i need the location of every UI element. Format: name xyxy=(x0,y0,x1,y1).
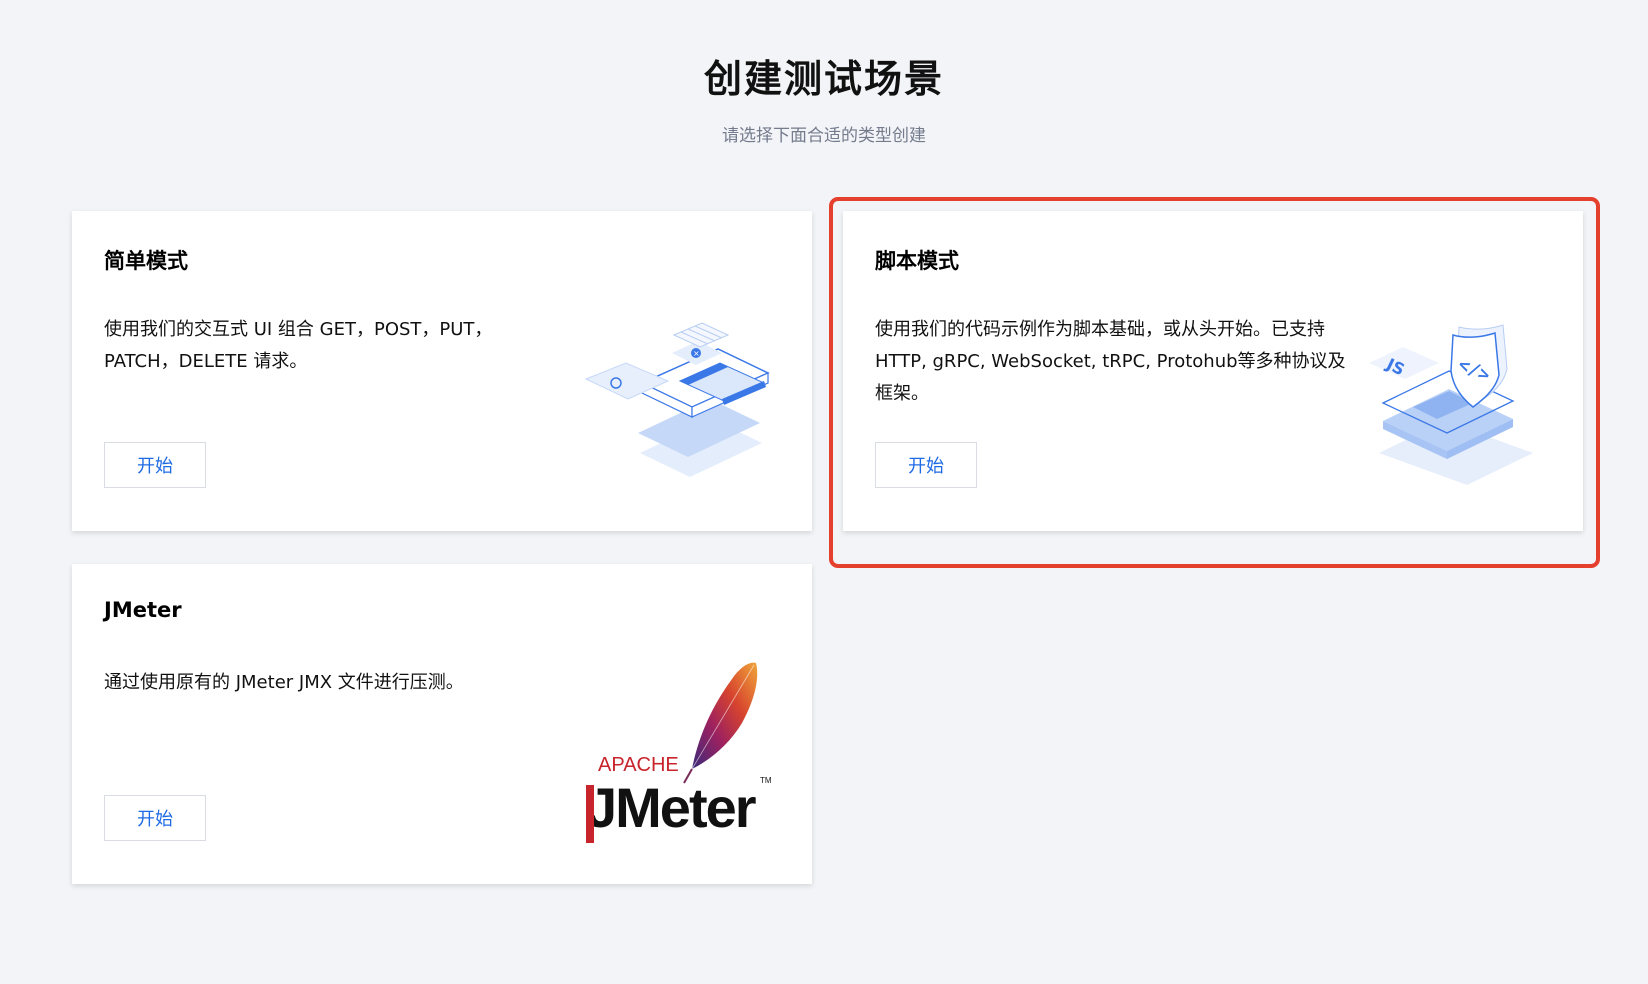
jmeter-wordmark: JMeter xyxy=(586,776,756,839)
page-title: 创建测试场景 xyxy=(703,57,944,101)
card-description: 使用我们的代码示例作为脚本基础，或从头开始。已支持 HTTP, gRPC, We… xyxy=(875,319,1346,404)
simple-mode-start-button[interactable]: 开始 xyxy=(104,442,206,488)
trademark-mark: TM xyxy=(760,776,772,785)
js-code-illustration: JS </> xyxy=(1369,324,1533,485)
apache-wordmark: APACHE xyxy=(598,754,679,776)
page-subtitle: 请选择下面合适的类型创建 xyxy=(722,126,926,146)
svg-text:×: × xyxy=(693,349,700,358)
ui-form-illustration: × xyxy=(584,322,770,477)
jmeter-card[interactable]: JMeter 通过使用原有的 JMeter JMX 文件进行压测。 开始 APA… xyxy=(72,564,812,884)
script-mode-card[interactable]: 脚本模式 使用我们的代码示例作为脚本基础，或从头开始。已支持 HTTP, gRP… xyxy=(843,211,1583,531)
card-description: 使用我们的交互式 UI 组合 GET，POST，PUT，PATCH，DELETE… xyxy=(104,319,493,372)
card-title: 脚本模式 xyxy=(875,249,959,273)
simple-mode-card[interactable]: 简单模式 使用我们的交互式 UI 组合 GET，POST，PUT，PATCH，D… xyxy=(72,211,812,531)
card-description: 通过使用原有的 JMeter JMX 文件进行压测。 xyxy=(104,672,464,693)
apache-jmeter-logo: APACHE JMeter TM xyxy=(586,662,772,843)
card-title: JMeter xyxy=(104,598,182,622)
jmeter-start-button[interactable]: 开始 xyxy=(104,795,206,841)
card-title: 简单模式 xyxy=(104,249,188,273)
script-mode-start-button[interactable]: 开始 xyxy=(875,442,977,488)
